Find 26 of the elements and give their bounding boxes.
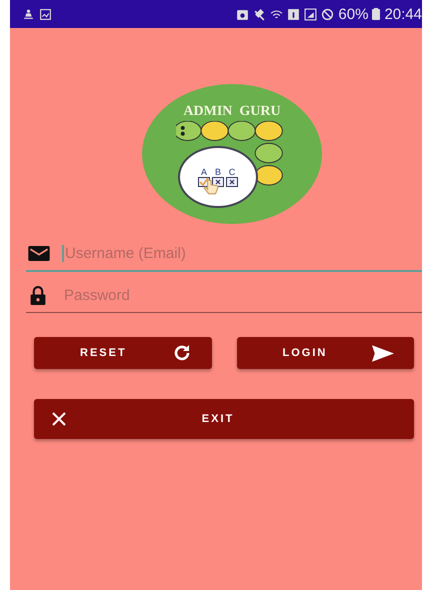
- logo-title: ADMIN GURU: [182, 104, 282, 120]
- crossed-box-icon: [226, 176, 238, 186]
- close-icon: [52, 412, 66, 426]
- checked-box-icon: [198, 176, 210, 186]
- clock: 20:44: [384, 6, 422, 22]
- battery-percent: 60%: [338, 6, 368, 22]
- wifi-icon: [270, 8, 284, 20]
- login-button[interactable]: LOGIN: [236, 337, 414, 369]
- exit-button[interactable]: EXIT: [34, 399, 414, 439]
- mail-icon: [28, 246, 50, 260]
- lock-icon: [30, 286, 46, 304]
- option-letter: B: [214, 168, 221, 176]
- battery-icon: [372, 8, 380, 20]
- sim-icon: [287, 8, 300, 20]
- hand-icon: [202, 178, 220, 196]
- refresh-icon: [172, 343, 192, 363]
- crossed-box-icon: [212, 176, 224, 186]
- option-letter: C: [228, 168, 236, 176]
- input-field[interactable]: Password: [64, 286, 422, 304]
- signal-icon: [304, 8, 318, 20]
- option-letter: A: [200, 168, 207, 176]
- input-field[interactable]: Username (Email): [62, 244, 422, 262]
- blocked-icon: [321, 8, 334, 20]
- image-icon: [39, 8, 52, 20]
- send-icon: [372, 344, 394, 362]
- reset-button[interactable]: RESET: [34, 337, 212, 369]
